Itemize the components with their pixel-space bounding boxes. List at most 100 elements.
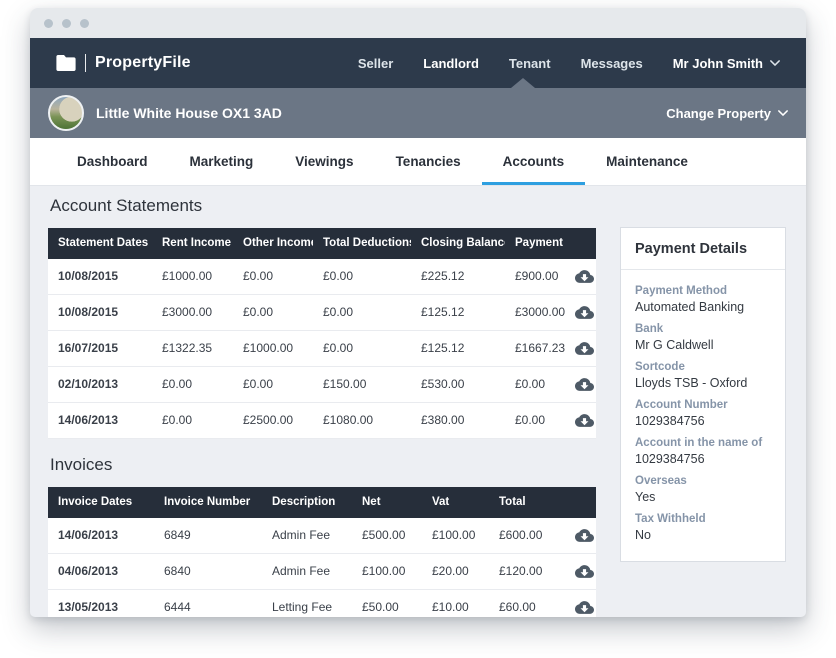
- window-titlebar: [30, 8, 806, 38]
- statement-date-link[interactable]: 14/06/2013: [48, 403, 152, 439]
- folder-icon: [56, 55, 76, 71]
- property-photo-avatar: [48, 95, 84, 131]
- invoice-download-cell[interactable]: [565, 518, 596, 554]
- statement-cell: £0.00: [505, 403, 565, 439]
- payment-field-overseas: Overseas Yes: [635, 475, 771, 505]
- invoice-row: 14/06/20136849Admin Fee£500.00£100.00£60…: [48, 518, 596, 554]
- invoice-cell: £120.00: [489, 554, 565, 590]
- invoice-download-cell[interactable]: [565, 554, 596, 590]
- statement-download-cell[interactable]: [565, 295, 596, 331]
- statements-title: Account Statements: [50, 196, 596, 216]
- invoice-date-link[interactable]: 04/06/2013: [48, 554, 154, 590]
- nav-item-seller[interactable]: Seller: [358, 56, 393, 71]
- top-navbar: PropertyFile Seller Landlord Tenant Message…: [30, 38, 806, 88]
- invoices-table: Invoice DatesInvoice NumberDescriptionNe…: [48, 487, 596, 617]
- payment-field-sortcode: SortcodeLloyds TSB - Oxford: [635, 361, 771, 391]
- cloud-download-icon[interactable]: [575, 339, 594, 358]
- cloud-download-icon[interactable]: [575, 526, 594, 545]
- statement-cell: £380.00: [411, 403, 505, 439]
- section-tabs: DashboardMarketingViewingsTenanciesAccou…: [30, 138, 806, 186]
- statement-cell: £1000.00: [233, 331, 313, 367]
- statement-col-payment: Payment: [505, 228, 565, 259]
- statement-date-link[interactable]: 10/08/2015: [48, 259, 152, 295]
- payment-field-value: Yes: [635, 490, 771, 505]
- statement-cell: £0.00: [233, 367, 313, 403]
- invoices-title: Invoices: [50, 455, 596, 475]
- cloud-download-icon[interactable]: [575, 303, 594, 322]
- statement-cell: £0.00: [313, 331, 411, 367]
- invoice-date-link[interactable]: 14/06/2013: [48, 518, 154, 554]
- tab-dashboard[interactable]: Dashboard: [56, 138, 169, 185]
- statement-cell: £0.00: [233, 259, 313, 295]
- nav-item-landlord[interactable]: Landlord: [423, 56, 479, 71]
- chevron-down-icon: [778, 106, 788, 121]
- tab-tenancies[interactable]: Tenancies: [375, 138, 482, 185]
- invoice-cell: Admin Fee: [262, 554, 352, 590]
- invoice-date-link[interactable]: 13/05/2013: [48, 590, 154, 618]
- payment-field-label: Account Number: [635, 399, 771, 412]
- statement-cell: £900.00: [505, 259, 565, 295]
- tab-accounts[interactable]: Accounts: [482, 138, 586, 185]
- statement-download-cell[interactable]: [565, 403, 596, 439]
- statement-download-cell[interactable]: [565, 367, 596, 403]
- statement-cell: £150.00: [313, 367, 411, 403]
- statement-col-other-income: Other Income: [233, 228, 313, 259]
- tab-marketing[interactable]: Marketing: [169, 138, 275, 185]
- payment-field-account-number: Account Number 1029384756: [635, 399, 771, 429]
- window-control-minimize[interactable]: [62, 19, 71, 28]
- statement-download-cell[interactable]: [565, 259, 596, 295]
- statement-download-cell[interactable]: [565, 331, 596, 367]
- browser-window: PropertyFile Seller Landlord Tenant Message…: [30, 8, 806, 617]
- invoice-cell: £50.00: [352, 590, 422, 618]
- statement-row: 14/06/2013£0.00£2500.00£1080.00£380.00£0…: [48, 403, 596, 439]
- payment-details-panel: Payment Details Payment MethodAutomated …: [620, 227, 786, 562]
- nav-item-tenant[interactable]: Tenant: [509, 56, 551, 71]
- change-property-label: Change Property: [666, 106, 771, 121]
- invoice-cell: Letting Fee: [262, 590, 352, 618]
- nav-item-messages[interactable]: Messages: [581, 56, 643, 71]
- statement-date-link[interactable]: 02/10/2013: [48, 367, 152, 403]
- primary-nav: Seller Landlord Tenant Messages: [358, 56, 643, 71]
- statement-cell: £2500.00: [233, 403, 313, 439]
- active-nav-pointer: [511, 78, 535, 88]
- statement-row: 10/08/2015£1000.00£0.00£0.00£225.12£900.…: [48, 259, 596, 295]
- invoice-col-actions: [565, 487, 596, 518]
- cloud-download-icon[interactable]: [575, 267, 594, 286]
- cloud-download-icon[interactable]: [575, 598, 594, 617]
- invoice-download-cell[interactable]: [565, 590, 596, 618]
- invoice-cell: £600.00: [489, 518, 565, 554]
- statement-col-rent-income: Rent Income: [152, 228, 233, 259]
- statement-date-link[interactable]: 16/07/2015: [48, 331, 152, 367]
- invoice-col-vat: Vat: [422, 487, 489, 518]
- invoice-cell: Admin Fee: [262, 518, 352, 554]
- payment-details-body: Payment MethodAutomated BankingBankMr G …: [621, 270, 785, 561]
- sidebar-column: Payment Details Payment MethodAutomated …: [620, 190, 786, 617]
- cloud-download-icon[interactable]: [575, 562, 594, 581]
- payment-field-label: Overseas: [635, 475, 771, 488]
- payment-field-value: Automated Banking: [635, 300, 771, 315]
- cloud-download-icon[interactable]: [575, 375, 594, 394]
- invoice-cell: 6840: [154, 554, 262, 590]
- window-control-close[interactable]: [44, 19, 53, 28]
- invoice-col-invoice-dates: Invoice Dates: [48, 487, 154, 518]
- statement-cell: £1322.35: [152, 331, 233, 367]
- payment-field-value: 1029384756: [635, 452, 771, 467]
- user-menu[interactable]: Mr John Smith: [673, 56, 780, 71]
- payment-field-value: 1029384756: [635, 414, 771, 429]
- tab-maintenance[interactable]: Maintenance: [585, 138, 709, 185]
- statement-date-link[interactable]: 10/08/2015: [48, 295, 152, 331]
- statement-col-statement-dates: Statement Dates: [48, 228, 152, 259]
- invoice-row: 13/05/20136444Letting Fee£50.00£10.00£60…: [48, 590, 596, 618]
- payment-details-title: Payment Details: [621, 228, 785, 270]
- brand-logo[interactable]: PropertyFile: [56, 54, 191, 72]
- statements-table: Statement DatesRent IncomeOther IncomeTo…: [48, 228, 596, 439]
- payment-field-account-in-the-name-of: Account in the name of1029384756: [635, 437, 771, 467]
- window-control-maximize[interactable]: [80, 19, 89, 28]
- tab-viewings[interactable]: Viewings: [274, 138, 374, 185]
- invoice-col-net: Net: [352, 487, 422, 518]
- invoice-col-invoice-number: Invoice Number: [154, 487, 262, 518]
- statement-cell: £3000.00: [505, 295, 565, 331]
- payment-field-bank: BankMr G Caldwell: [635, 323, 771, 353]
- cloud-download-icon[interactable]: [575, 411, 594, 430]
- change-property-button[interactable]: Change Property: [666, 106, 788, 121]
